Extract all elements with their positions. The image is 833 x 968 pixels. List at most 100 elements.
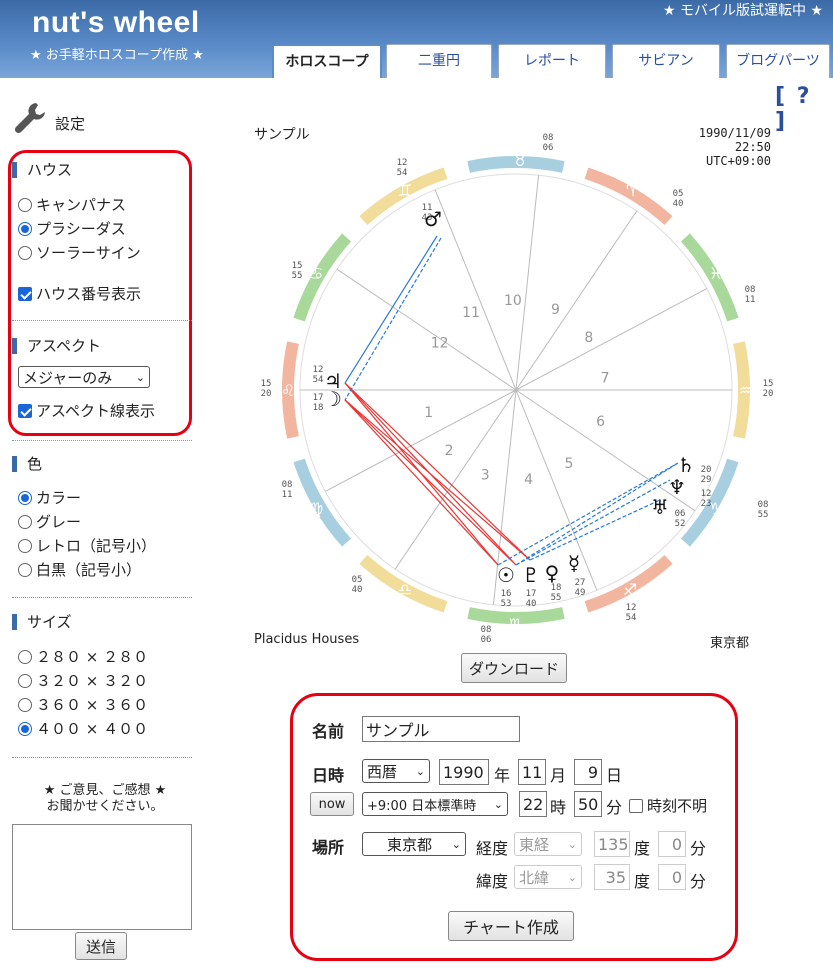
zodiac-sign-icon: ♌ (281, 381, 295, 400)
cusp-degree: 15 (261, 379, 272, 389)
timezone-select[interactable]: +9:00 日本標準時 ⌄ (362, 792, 508, 816)
now-button[interactable]: now (310, 792, 354, 816)
house-option-campanus[interactable]: キャンパナス (18, 194, 126, 215)
cusp-degree: 06 (481, 635, 492, 642)
send-button[interactable]: 送信 (75, 932, 127, 960)
hour-input[interactable]: 22 (519, 791, 547, 817)
cusp-degree: 08 (282, 480, 293, 490)
latitude-deg-unit: 度 (634, 872, 651, 891)
place-select[interactable]: 東京都 ⌄ (362, 832, 466, 856)
longitude-deg-unit: 度 (634, 839, 651, 858)
divider (12, 440, 192, 441)
radio-icon[interactable] (18, 697, 32, 712)
longitude-dir-select[interactable]: 東経 ⌄ (514, 832, 582, 856)
minute-input[interactable]: 50 (574, 791, 602, 817)
house-line (434, 189, 517, 391)
latitude-deg-input[interactable]: 35 (594, 864, 630, 890)
tagline: ★ お手軽ホロスコープ作成 ★ (30, 48, 204, 63)
cusp-degree: 12 (397, 158, 408, 168)
house-number: 7 (601, 370, 610, 386)
cusp-degree: 20 (261, 389, 272, 399)
zodiac-sign-icon: ♏ (509, 615, 523, 634)
color-option-color[interactable]: カラー (18, 487, 81, 508)
cusp-degree: 08 (543, 133, 554, 143)
aspect-lines-checkbox[interactable]: アスペクト線表示 (18, 400, 155, 421)
radio-icon[interactable] (18, 673, 32, 688)
aspect-line-square (344, 399, 499, 566)
longitude-deg-input[interactable]: 135 (594, 831, 630, 857)
house-number-checkbox[interactable]: ハウス番号表示 (18, 283, 141, 304)
feedback-prompt: ★ ご意見、ご感想 ★ お聞かせください。 (43, 783, 167, 814)
radio-selected-icon[interactable] (18, 490, 32, 505)
tab-double-circle[interactable]: 二重円 (386, 44, 492, 78)
planet-degree: 18 (313, 403, 324, 413)
zodiac-sign-icon: ♉ (513, 151, 527, 170)
year-input[interactable]: 1990 (439, 759, 489, 785)
mobile-notice[interactable]: ★ モバイル版試運転中 ★ (663, 0, 823, 20)
create-chart-button[interactable]: チャート作成 (448, 911, 574, 941)
size-option-400[interactable]: ４００ × ４００ (18, 718, 148, 739)
day-input[interactable]: 9 (574, 759, 602, 785)
radio-icon[interactable] (18, 197, 32, 212)
help-link[interactable]: [ ? ] (775, 84, 833, 134)
house-line (394, 389, 517, 570)
radio-icon[interactable] (18, 649, 32, 664)
planet-degree: 49 (575, 588, 586, 598)
color-option-gray[interactable]: グレー (18, 511, 81, 532)
size-option-280[interactable]: ２８０ × ２８０ (18, 646, 148, 667)
longitude-min-input[interactable]: 0 (658, 831, 686, 857)
cusp-degree: 08 (745, 285, 756, 295)
uranus-glyph-icon: ♅ (651, 495, 669, 519)
radio-icon[interactable] (18, 562, 32, 577)
house-line (336, 268, 517, 391)
month-input[interactable]: 11 (518, 759, 546, 785)
latitude-dir-select[interactable]: 北緯 ⌄ (514, 865, 582, 889)
tab-horoscope[interactable]: ホロスコープ (272, 44, 382, 78)
wrench-icon (14, 103, 45, 134)
checkbox-checked-icon[interactable] (18, 403, 32, 418)
tab-report[interactable]: レポート (498, 44, 606, 78)
house-line (515, 288, 707, 391)
logo[interactable]: nut's wheel (32, 6, 200, 40)
name-input[interactable]: サンプル (362, 716, 520, 742)
aspect-line-sextile (529, 499, 661, 561)
unknown-time-checkbox[interactable]: 時刻不明 (629, 795, 707, 816)
radio-selected-icon[interactable] (18, 221, 32, 236)
feedback-textarea[interactable] (12, 824, 192, 930)
mercury-glyph-icon: ☿ (568, 551, 580, 575)
house-option-solar-sign[interactable]: ソーラーサイン (18, 242, 141, 263)
color-option-bw[interactable]: 白黒（記号小） (18, 559, 141, 580)
planet-degree: 16 (501, 589, 512, 599)
radio-icon[interactable] (18, 538, 32, 553)
size-option-320[interactable]: ３２０ × ３２０ (18, 670, 148, 691)
size-option-360[interactable]: ３６０ × ３６０ (18, 694, 148, 715)
planet-degree: 52 (675, 519, 686, 529)
radio-icon[interactable] (18, 514, 32, 529)
zodiac-sign-icon: ♈ (626, 181, 640, 200)
tab-blog-parts[interactable]: ブログパーツ (726, 44, 830, 78)
house-number: 12 (431, 335, 449, 351)
planet-degree: 17 (313, 393, 324, 403)
planet-degree: 55 (551, 593, 562, 603)
size-section-title: サイズ (12, 614, 72, 630)
planet-degree: 12 (701, 489, 712, 499)
radio-selected-icon[interactable] (18, 721, 32, 736)
checkbox-icon[interactable] (629, 798, 643, 813)
tab-sabian[interactable]: サビアン (612, 44, 720, 78)
house-option-placidus[interactable]: プラシーダス (18, 218, 126, 239)
chevron-down-icon: ⌄ (567, 870, 577, 884)
zodiac-sign-icon: ♎ (398, 580, 412, 599)
radio-icon[interactable] (18, 245, 32, 260)
aspect-select[interactable]: メジャーのみ ⌄ (18, 366, 150, 388)
latitude-label: 緯度 (476, 872, 509, 891)
download-button[interactable]: ダウンロード (461, 653, 567, 683)
latitude-min-input[interactable]: 0 (658, 864, 686, 890)
chevron-down-icon: ⌄ (493, 797, 503, 811)
longitude-min-unit: 分 (690, 839, 707, 858)
pluto-glyph-icon: ♇ (522, 563, 540, 587)
color-option-retro[interactable]: レトロ（記号小） (18, 535, 156, 556)
checkbox-checked-icon[interactable] (18, 286, 32, 301)
aspect-line-square (344, 399, 531, 561)
era-select[interactable]: 西暦 ⌄ (362, 759, 430, 783)
house-number: 3 (481, 468, 490, 484)
